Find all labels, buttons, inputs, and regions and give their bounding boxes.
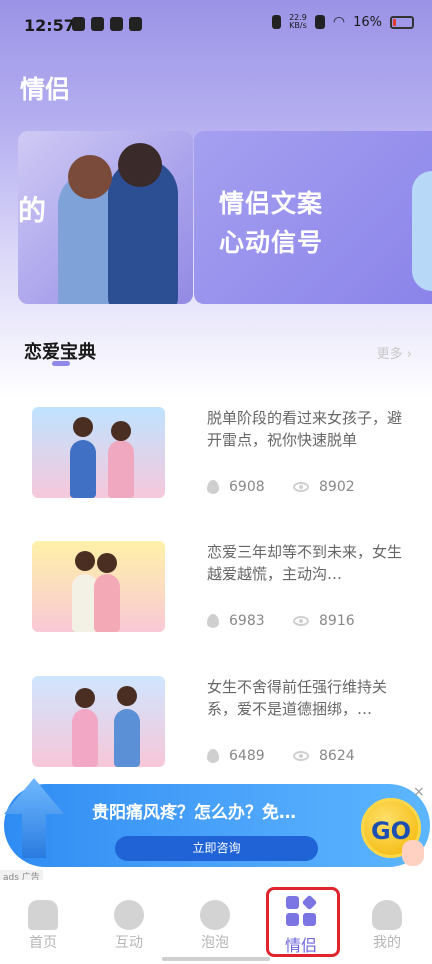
eye-icon bbox=[293, 616, 309, 626]
wifi-icon: ◠ bbox=[332, 14, 346, 30]
banner-left-text: 的 bbox=[18, 194, 47, 227]
status-right: 22.9 KB/s ◠ 16% bbox=[272, 14, 414, 30]
user-icon bbox=[372, 900, 402, 930]
nav-item-mine[interactable]: 我的 bbox=[344, 880, 430, 964]
fire-icon bbox=[207, 614, 219, 628]
fire-icon bbox=[207, 749, 219, 763]
home-indicator bbox=[162, 957, 270, 961]
tiktok-icon bbox=[91, 17, 104, 31]
article-title: 恋爱三年却等不到未来，女生越爱越慌，主动沟… bbox=[207, 543, 403, 583]
nosim-icon bbox=[314, 15, 325, 29]
view-count: 8902 bbox=[293, 479, 355, 495]
eye-icon bbox=[293, 482, 309, 492]
banner-couple-text[interactable]: 情侣文案 心动信号 bbox=[194, 131, 432, 304]
article-title: 女生不舍得前任强行维持关系，爱不是道德捆绑，… bbox=[207, 678, 388, 718]
banner-line-2: 心动信号 bbox=[219, 228, 324, 257]
net-speed: 22.9 KB/s bbox=[289, 14, 307, 30]
view-value: 8916 bbox=[319, 613, 355, 629]
hot-count: 6908 bbox=[207, 479, 265, 495]
ad-title: 贵阳痛风疼？怎么办？免… bbox=[92, 803, 296, 823]
hot-value: 6908 bbox=[229, 479, 265, 495]
article-thumbnail bbox=[32, 407, 165, 498]
view-count: 8916 bbox=[293, 613, 355, 629]
article-thumbnail bbox=[32, 676, 165, 767]
app-icon bbox=[129, 17, 142, 31]
bubble-icon bbox=[200, 900, 230, 930]
hot-count: 6489 bbox=[207, 748, 265, 764]
net-speed-unit: KB/s bbox=[289, 21, 307, 30]
banner-couple-image[interactable]: 的 bbox=[18, 131, 193, 304]
view-value: 8902 bbox=[319, 479, 355, 495]
nav-label: 泡泡 bbox=[201, 935, 229, 951]
bubble-decoration bbox=[412, 171, 432, 291]
home-icon bbox=[28, 900, 58, 930]
close-icon[interactable]: × bbox=[413, 784, 425, 800]
eye-icon bbox=[293, 751, 309, 761]
fire-icon bbox=[207, 480, 219, 494]
page-title: 情侣 bbox=[20, 75, 71, 104]
alipay-icon bbox=[110, 17, 123, 31]
list-item[interactable]: 女生不舍得前任强行维持关系，爱不是道德捆绑，… 6489 8624 bbox=[0, 676, 432, 776]
highlight-box bbox=[266, 887, 340, 957]
status-bar: 12:57 22.9 KB/s ◠ 16% bbox=[0, 0, 432, 50]
consult-button[interactable]: 立即咨询 bbox=[115, 836, 318, 861]
vibrate-icon bbox=[272, 15, 282, 29]
nav-item-bubble[interactable]: 泡泡 bbox=[172, 880, 258, 964]
hand-pointer-icon bbox=[402, 840, 424, 866]
hot-count: 6983 bbox=[207, 613, 265, 629]
more-link[interactable]: 更多 › bbox=[377, 343, 412, 362]
nav-item-home[interactable]: 首页 bbox=[0, 880, 86, 964]
chat-icon bbox=[114, 900, 144, 930]
nav-label: 我的 bbox=[373, 935, 401, 951]
boy-head bbox=[118, 143, 162, 187]
hot-value: 6489 bbox=[229, 748, 265, 764]
list-item[interactable]: 脱单阶段的看过来女孩子，避开雷点，祝你快速脱单 6908 8902 bbox=[0, 407, 432, 507]
nav-label: 首页 bbox=[29, 935, 57, 951]
list-item[interactable]: 恋爱三年却等不到未来，女生越爱越慌，主动沟… 6983 8916 bbox=[0, 541, 432, 641]
girl-head bbox=[68, 155, 112, 199]
nav-label: 互动 bbox=[115, 935, 143, 951]
view-value: 8624 bbox=[319, 748, 355, 764]
section-underline bbox=[52, 361, 70, 366]
view-count: 8624 bbox=[293, 748, 355, 764]
article-thumbnail bbox=[32, 541, 165, 632]
ad-banner[interactable]: 贵阳痛风疼？怎么办？免… 立即咨询 GO × bbox=[4, 778, 430, 874]
sim-icon bbox=[72, 17, 85, 31]
battery-percent: 16% bbox=[353, 14, 382, 30]
banner-line-1: 情侣文案 bbox=[219, 189, 324, 218]
notification-icons bbox=[72, 17, 142, 31]
hot-value: 6983 bbox=[229, 613, 265, 629]
battery-icon bbox=[390, 15, 414, 29]
article-title: 脱单阶段的看过来女孩子，避开雷点，祝你快速脱单 bbox=[207, 409, 403, 449]
status-time: 12:57 bbox=[24, 16, 75, 35]
bottom-nav: 首页 互动 泡泡 情侣 我的 bbox=[0, 880, 432, 964]
nav-item-interact[interactable]: 互动 bbox=[86, 880, 172, 964]
